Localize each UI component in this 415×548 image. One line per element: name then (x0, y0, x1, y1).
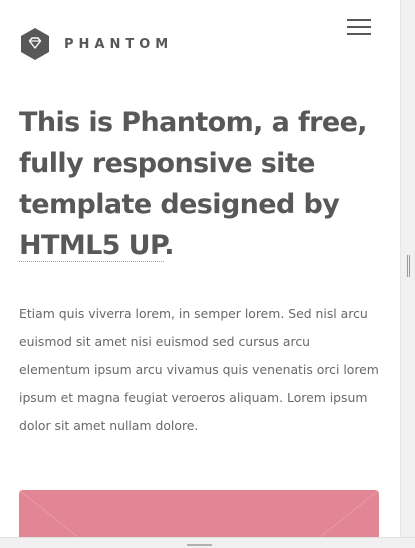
vertical-scrollbar[interactable] (400, 0, 415, 537)
hamburger-menu-icon[interactable] (343, 15, 373, 39)
html5up-link[interactable]: HTML5 UP (19, 230, 165, 262)
horizontal-scrollbar[interactable] (0, 537, 415, 548)
scrollbar-grip[interactable] (407, 255, 410, 277)
article-tile[interactable] (19, 490, 379, 537)
logo-link[interactable]: PHANTOM (20, 27, 173, 61)
menu-bar (347, 26, 371, 28)
page: PHANTOM This is Phantom, a free, fully r… (0, 0, 400, 537)
page-headline: This is Phantom, a free, fully responsiv… (19, 102, 379, 266)
logo-text: PHANTOM (64, 36, 174, 52)
headline-period: . (164, 230, 174, 261)
tile-pattern (19, 490, 379, 537)
menu-bar (347, 19, 371, 21)
horizontal-scrollbar-grip[interactable] (187, 544, 212, 546)
menu-bar (347, 33, 371, 35)
headline-text: This is Phantom, a free, fully responsiv… (19, 107, 368, 220)
diamond-icon (20, 27, 50, 61)
intro-paragraph: Etiam quis viverra lorem, in semper lore… (19, 306, 379, 433)
